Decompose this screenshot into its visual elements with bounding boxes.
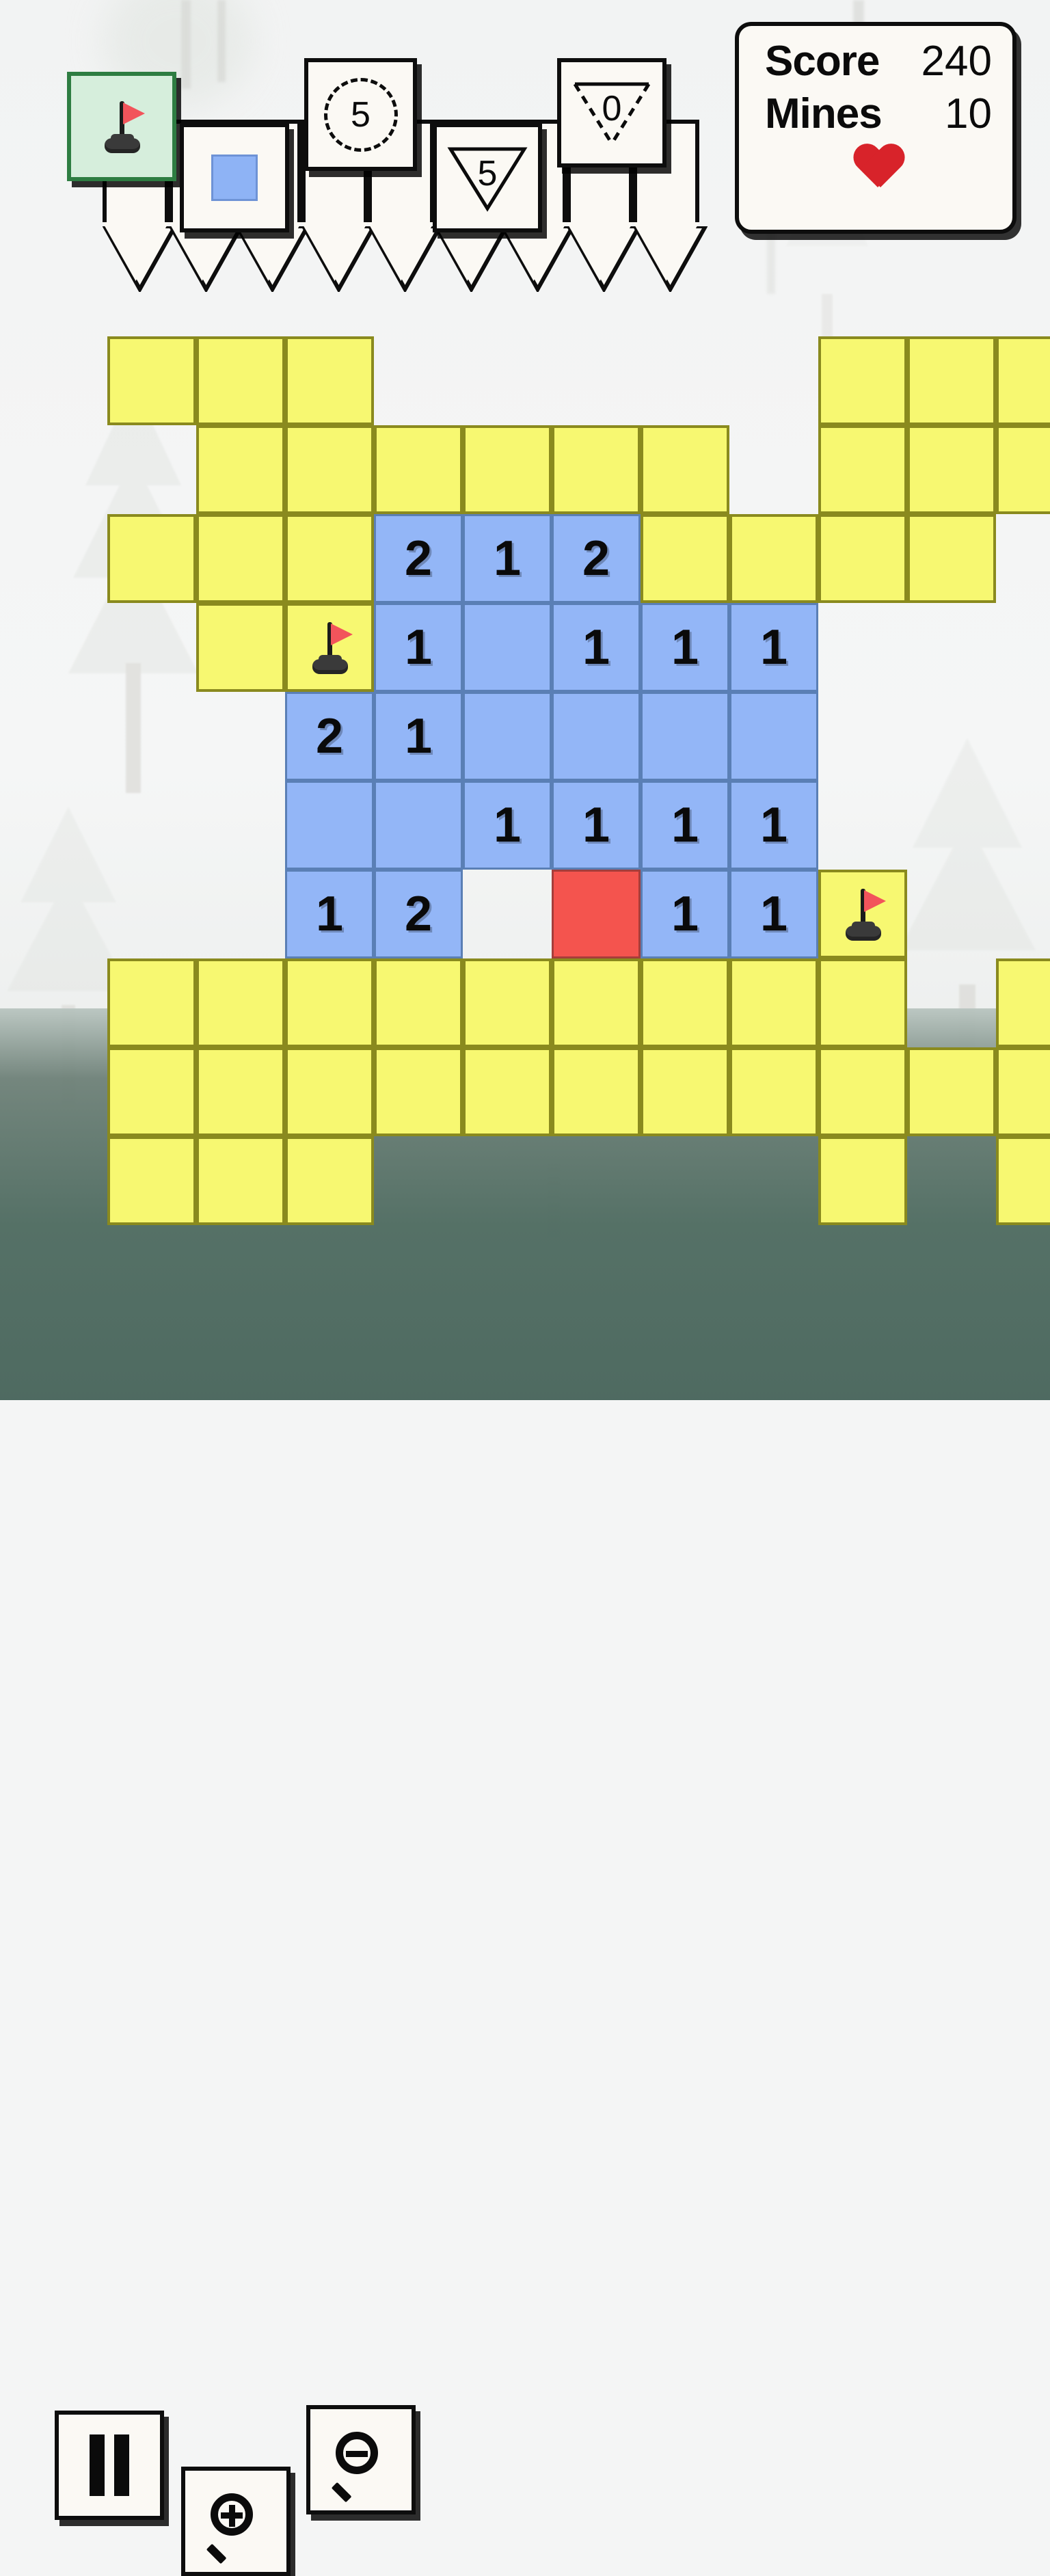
pause-button[interactable] xyxy=(55,2411,164,2520)
cell-hidden[interactable] xyxy=(907,425,996,514)
cell-hidden[interactable] xyxy=(818,1047,907,1136)
cell-number: 2 xyxy=(582,531,610,586)
cell-hidden[interactable] xyxy=(641,514,729,603)
cell-flagged[interactable] xyxy=(285,603,374,692)
cell-hidden[interactable] xyxy=(641,425,729,514)
cell-number: 2 xyxy=(404,531,433,586)
cell-hidden[interactable] xyxy=(907,1047,996,1136)
cell-revealed-number[interactable]: 1 xyxy=(729,870,818,958)
cell-hidden[interactable] xyxy=(552,425,641,514)
cell-revealed-empty[interactable] xyxy=(463,692,552,781)
cell-number: 1 xyxy=(759,798,788,853)
cell-revealed-number[interactable]: 1 xyxy=(552,781,641,870)
cell-hidden[interactable] xyxy=(285,336,374,425)
cell-hidden[interactable] xyxy=(107,958,196,1047)
cell-hidden[interactable] xyxy=(463,1047,552,1136)
cell-revealed-number[interactable]: 1 xyxy=(285,870,374,958)
cell-number: 1 xyxy=(671,887,699,941)
cell-hidden[interactable] xyxy=(463,425,552,514)
cell-hidden[interactable] xyxy=(196,603,285,692)
cell-hidden[interactable] xyxy=(818,958,907,1047)
cell-number: 1 xyxy=(404,620,433,675)
cell-hidden[interactable] xyxy=(285,1047,374,1136)
cell-hidden[interactable] xyxy=(641,958,729,1047)
cell-hidden[interactable] xyxy=(818,336,907,425)
cell-revealed-number[interactable]: 2 xyxy=(374,870,463,958)
cell-hidden[interactable] xyxy=(552,958,641,1047)
cell-number: 1 xyxy=(404,709,433,764)
cell-hidden[interactable] xyxy=(907,514,996,603)
cell-hidden[interactable] xyxy=(374,1047,463,1136)
cell-number: 1 xyxy=(759,620,788,675)
cell-hidden[interactable] xyxy=(729,514,818,603)
cell-number: 1 xyxy=(582,620,610,675)
cell-revealed-number[interactable]: 1 xyxy=(641,870,729,958)
cell-hidden[interactable] xyxy=(196,958,285,1047)
cell-hidden[interactable] xyxy=(196,1047,285,1136)
cell-hidden[interactable] xyxy=(285,514,374,603)
cell-number: 2 xyxy=(404,887,433,941)
cell-hidden[interactable] xyxy=(285,425,374,514)
flag-icon xyxy=(308,621,353,674)
cell-hidden[interactable] xyxy=(374,958,463,1047)
cell-number: 1 xyxy=(671,798,699,853)
cell-revealed-empty[interactable] xyxy=(552,692,641,781)
cell-hidden[interactable] xyxy=(818,514,907,603)
cell-revealed-number[interactable]: 1 xyxy=(641,781,729,870)
cell-hidden[interactable] xyxy=(196,336,285,425)
cell-revealed-number[interactable]: 1 xyxy=(729,603,818,692)
cell-mine[interactable] xyxy=(552,870,641,958)
cell-hidden[interactable] xyxy=(996,336,1050,425)
cell-revealed-empty[interactable] xyxy=(729,692,818,781)
zoom-out-icon xyxy=(331,2430,390,2503)
cell-revealed-number[interactable]: 1 xyxy=(463,781,552,870)
cell-number: 2 xyxy=(315,709,344,764)
cell-revealed-empty[interactable] xyxy=(285,781,374,870)
zoom-in-button[interactable] xyxy=(181,2467,291,2576)
cell-number: 1 xyxy=(759,887,788,941)
cell-hidden[interactable] xyxy=(729,958,818,1047)
cell-revealed-number[interactable]: 1 xyxy=(374,603,463,692)
cell-hidden[interactable] xyxy=(463,958,552,1047)
cell-hidden[interactable] xyxy=(996,425,1050,514)
cell-hidden[interactable] xyxy=(818,425,907,514)
cell-hidden[interactable] xyxy=(196,425,285,514)
zoom-out-button[interactable] xyxy=(306,2405,416,2514)
cell-revealed-empty[interactable] xyxy=(641,692,729,781)
cell-number: 1 xyxy=(493,798,522,853)
cell-revealed-number[interactable]: 1 xyxy=(729,781,818,870)
cell-revealed-number[interactable]: 1 xyxy=(374,692,463,781)
cell-hidden[interactable] xyxy=(107,1047,196,1136)
cell-flagged[interactable] xyxy=(818,870,907,958)
flag-icon xyxy=(842,887,886,941)
bottom-controls xyxy=(0,1195,1050,2576)
cell-hidden[interactable] xyxy=(641,1047,729,1136)
cell-revealed-number[interactable]: 1 xyxy=(552,603,641,692)
cell-revealed-number[interactable]: 2 xyxy=(374,514,463,603)
cell-revealed-empty[interactable] xyxy=(374,781,463,870)
cell-hidden[interactable] xyxy=(729,1047,818,1136)
cell-revealed-number[interactable]: 2 xyxy=(552,514,641,603)
cell-hidden[interactable] xyxy=(285,958,374,1047)
cell-hidden[interactable] xyxy=(107,514,196,603)
cell-revealed-number[interactable]: 1 xyxy=(641,603,729,692)
cell-revealed-number[interactable]: 2 xyxy=(285,692,374,781)
cell-hidden[interactable] xyxy=(374,425,463,514)
cell-hidden[interactable] xyxy=(196,514,285,603)
minefield-grid[interactable]: 2 1 2 1 1 1 1 2 1 1 1 1 1 1 2 1 1 xyxy=(0,0,1050,1400)
cell-hidden[interactable] xyxy=(552,1047,641,1136)
cell-hidden[interactable] xyxy=(996,1047,1050,1136)
cell-hidden[interactable] xyxy=(107,336,196,425)
cell-number: 1 xyxy=(315,887,344,941)
cell-number: 1 xyxy=(671,620,699,675)
cell-number: 1 xyxy=(493,531,522,586)
pause-icon xyxy=(90,2434,129,2496)
cell-number: 1 xyxy=(582,798,610,853)
cell-hidden[interactable] xyxy=(907,336,996,425)
cell-revealed-number[interactable]: 1 xyxy=(463,514,552,603)
zoom-in-icon xyxy=(206,2492,265,2564)
cell-hidden[interactable] xyxy=(996,958,1050,1047)
cell-revealed-empty[interactable] xyxy=(463,603,552,692)
